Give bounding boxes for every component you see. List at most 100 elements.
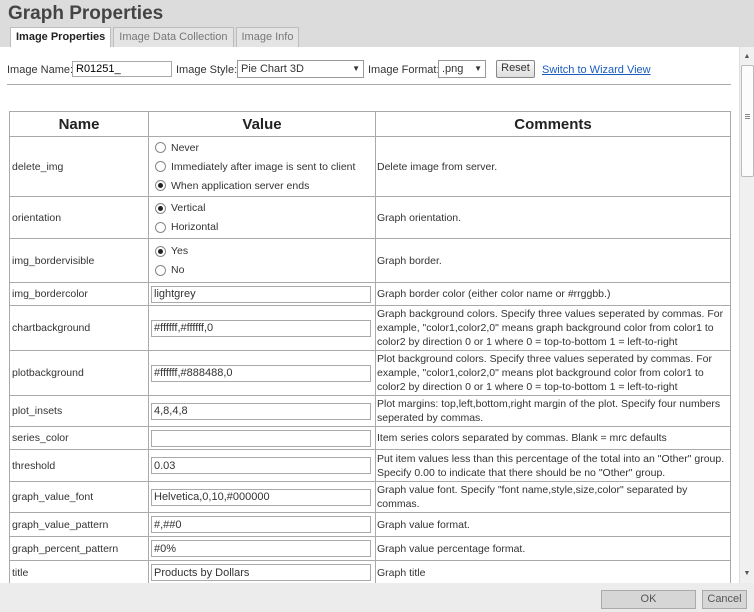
property-comment: Delete image from server. bbox=[375, 136, 731, 197]
table-row: img_bordercolor Graph border color (eith… bbox=[9, 282, 731, 306]
property-name: chartbackground bbox=[9, 305, 149, 351]
property-value-input[interactable] bbox=[151, 488, 371, 506]
radio-button-selected[interactable] bbox=[155, 245, 166, 257]
image-name-input[interactable] bbox=[72, 61, 172, 77]
property-comment: Plot background colors. Specify three va… bbox=[375, 350, 731, 396]
property-value bbox=[148, 536, 376, 561]
property-comment: Graph border. bbox=[375, 238, 731, 283]
property-value-input[interactable] bbox=[151, 540, 371, 557]
radio-option[interactable]: No bbox=[151, 261, 373, 280]
property-value bbox=[148, 449, 376, 482]
property-name: threshold bbox=[9, 449, 149, 482]
radio-button[interactable] bbox=[155, 221, 166, 233]
property-name: orientation bbox=[9, 196, 149, 239]
radio-option[interactable]: When application server ends bbox=[151, 176, 373, 195]
radio-option[interactable]: Horizontal bbox=[151, 218, 373, 237]
property-comment: Plot margins: top,left,bottom,right marg… bbox=[375, 395, 731, 427]
image-format-select[interactable]: .png ▼ bbox=[438, 60, 486, 78]
tab-image-info[interactable]: Image Info bbox=[235, 27, 300, 47]
property-comment: Graph background colors. Specify three v… bbox=[375, 305, 731, 351]
property-comment: Graph orientation. bbox=[375, 196, 731, 239]
table-row: graph_value_pattern Graph value format. bbox=[9, 512, 731, 537]
radio-button-selected[interactable] bbox=[155, 202, 166, 214]
divider bbox=[7, 84, 731, 85]
window-title: Graph Properties bbox=[8, 3, 164, 24]
properties-table: Name Value Comments delete_img Never Imm… bbox=[9, 111, 731, 583]
property-name: graph_percent_pattern bbox=[9, 536, 149, 561]
reset-button[interactable]: Reset bbox=[496, 60, 535, 78]
property-name: graph_value_font bbox=[9, 481, 149, 513]
radio-label: When application server ends bbox=[171, 179, 310, 192]
property-name: plotbackground bbox=[9, 350, 149, 396]
property-name: graph_value_pattern bbox=[9, 512, 149, 537]
table-row: plot_insets Plot margins: top,left,botto… bbox=[9, 395, 731, 427]
property-value bbox=[148, 481, 376, 513]
property-comment: Graph border color (either color name or… bbox=[375, 282, 731, 306]
table-row: chartbackground Graph background colors.… bbox=[9, 305, 731, 351]
dialog-footer: OK Cancel bbox=[0, 583, 754, 612]
radio-label: Never bbox=[171, 141, 200, 154]
radio-button-selected[interactable] bbox=[155, 180, 166, 191]
chevron-down-icon: ▼ bbox=[352, 64, 360, 73]
cancel-button[interactable]: Cancel bbox=[702, 590, 747, 609]
table-row: threshold Put item values less than this… bbox=[9, 449, 731, 482]
radio-button[interactable] bbox=[155, 161, 166, 172]
properties-panel: Image Name: Image Style: Pie Chart 3D ▼ … bbox=[0, 47, 739, 583]
table-row: graph_percent_pattern Graph value percen… bbox=[9, 536, 731, 561]
table-row: title Graph title bbox=[9, 560, 731, 583]
vertical-scrollbar[interactable]: ▲ ▼ bbox=[739, 47, 754, 583]
property-name: series_color bbox=[9, 426, 149, 450]
scroll-down-arrow-icon[interactable]: ▼ bbox=[740, 566, 754, 581]
property-value-input[interactable] bbox=[151, 285, 371, 303]
ok-button[interactable]: OK bbox=[601, 590, 696, 609]
switch-to-wizard-link[interactable]: Switch to Wizard View bbox=[542, 64, 651, 76]
radio-label: Vertical bbox=[171, 202, 206, 214]
property-value bbox=[148, 512, 376, 537]
radio-option[interactable]: Yes bbox=[151, 242, 373, 261]
tab-bar: Image Properties Image Data Collection I… bbox=[10, 27, 301, 48]
table-header-row: Name Value Comments bbox=[9, 111, 731, 137]
image-style-select[interactable]: Pie Chart 3D ▼ bbox=[237, 60, 364, 78]
radio-label: No bbox=[171, 264, 185, 276]
column-header-name: Name bbox=[9, 111, 149, 137]
radio-button[interactable] bbox=[155, 264, 166, 276]
property-name: delete_img bbox=[9, 136, 149, 197]
property-comment: Put item values less than this percentag… bbox=[375, 449, 731, 482]
window-header: Graph Properties Image Properties Image … bbox=[0, 0, 754, 48]
radio-option[interactable]: Immediately after image is sent to clien… bbox=[151, 157, 373, 176]
table-row: series_color Item series colors separate… bbox=[9, 426, 731, 450]
column-header-value: Value bbox=[148, 111, 376, 137]
property-value-input[interactable] bbox=[151, 457, 371, 474]
image-name-label: Image Name: bbox=[7, 64, 74, 76]
tab-image-data-collection[interactable]: Image Data Collection bbox=[113, 27, 234, 47]
property-value-input[interactable] bbox=[151, 364, 371, 382]
property-value bbox=[148, 560, 376, 583]
property-name: img_bordervisible bbox=[9, 238, 149, 283]
column-header-comments: Comments bbox=[375, 111, 731, 137]
property-value: Yes No bbox=[148, 238, 376, 283]
radio-button[interactable] bbox=[155, 142, 166, 153]
radio-label: Yes bbox=[171, 245, 189, 257]
tab-image-properties[interactable]: Image Properties bbox=[10, 27, 112, 48]
image-style-value: Pie Chart 3D bbox=[241, 63, 304, 75]
property-value-input[interactable] bbox=[151, 402, 371, 420]
scrollbar-thumb[interactable] bbox=[741, 65, 754, 177]
property-comment: Item series colors separated by commas. … bbox=[375, 426, 731, 450]
scroll-up-arrow-icon[interactable]: ▲ bbox=[740, 49, 754, 64]
property-value-input[interactable] bbox=[151, 564, 371, 581]
property-comment: Graph value format. bbox=[375, 512, 731, 537]
property-value: Vertical Horizontal bbox=[148, 196, 376, 239]
radio-option[interactable]: Vertical bbox=[151, 199, 373, 218]
chevron-down-icon: ▼ bbox=[474, 64, 482, 73]
radio-option[interactable]: Never bbox=[151, 138, 373, 157]
property-comment: Graph value percentage format. bbox=[375, 536, 731, 561]
table-row: orientation Vertical Horizontal Graph or… bbox=[9, 196, 731, 239]
property-value-input[interactable] bbox=[151, 516, 371, 533]
property-value bbox=[148, 426, 376, 450]
property-value-input[interactable] bbox=[151, 319, 371, 337]
property-name: plot_insets bbox=[9, 395, 149, 427]
property-comment: Graph title bbox=[375, 560, 731, 583]
property-comment: Graph value font. Specify "font name,sty… bbox=[375, 481, 731, 513]
image-format-label: Image Format: bbox=[368, 64, 440, 76]
property-value-input[interactable] bbox=[151, 429, 371, 447]
